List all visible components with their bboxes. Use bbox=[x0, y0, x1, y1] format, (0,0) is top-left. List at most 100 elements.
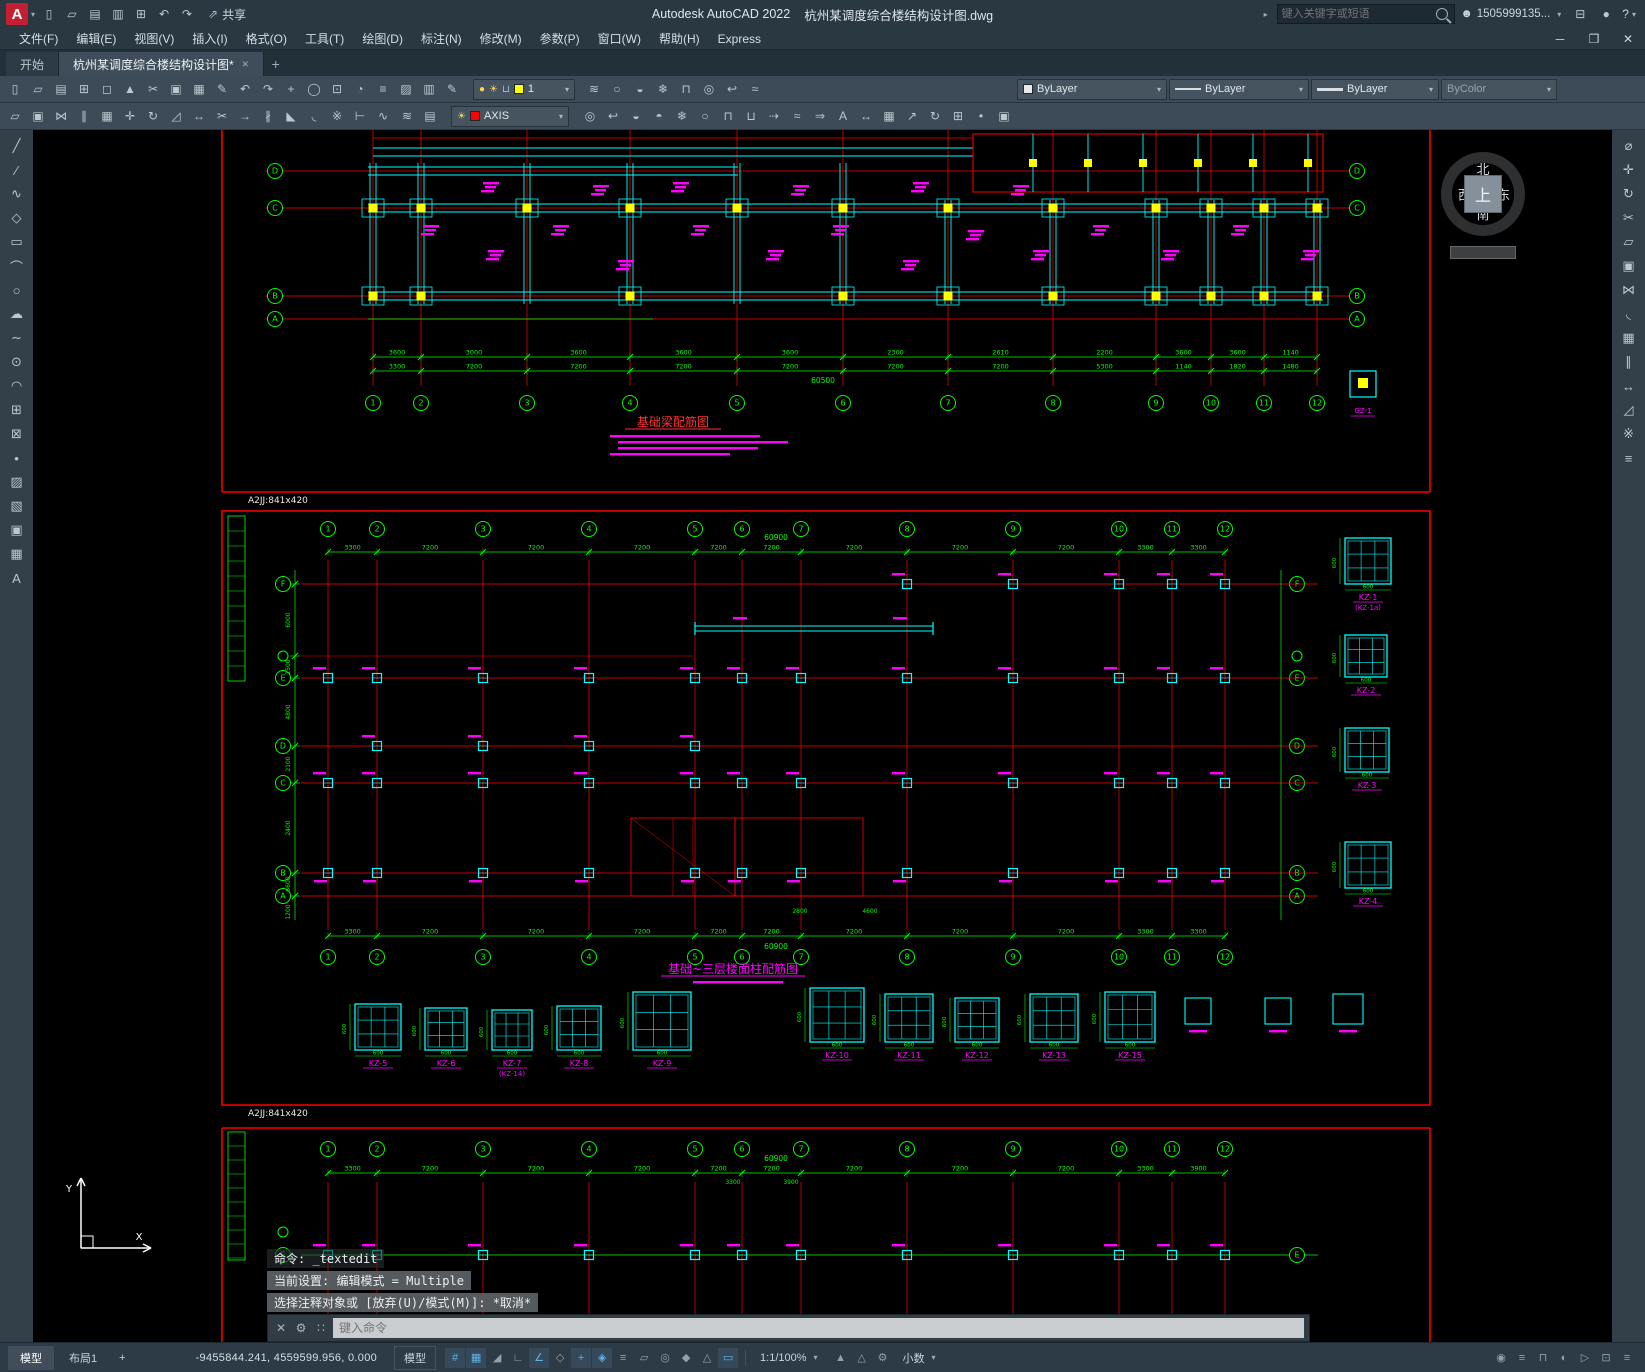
view-name-chip[interactable] bbox=[1450, 246, 1516, 259]
transparency-icon[interactable]: ▱ bbox=[634, 1348, 654, 1368]
ellipse-arc-icon[interactable]: ◠ bbox=[5, 375, 29, 397]
save-as-icon[interactable]: ▥ bbox=[107, 4, 129, 24]
menu-item[interactable]: 修改(M) bbox=[471, 28, 531, 49]
tab-start[interactable]: 开始 bbox=[6, 52, 60, 76]
command-line-dock[interactable]: ✕ ⚙ ∷ bbox=[267, 1314, 1310, 1342]
point-style-icon[interactable]: • bbox=[970, 106, 992, 126]
layer-states-icon[interactable]: ▤ bbox=[419, 106, 441, 126]
properties-icon[interactable]: ≡ bbox=[372, 79, 394, 99]
share-button[interactable]: ⇗ 共享 bbox=[208, 6, 246, 23]
group-icon[interactable]: ▣ bbox=[993, 106, 1015, 126]
compass-ring[interactable]: 北 南 西 东 上 bbox=[1441, 152, 1525, 236]
annotation-scale-button[interactable]: 1:1/100% ▾ bbox=[753, 1349, 828, 1367]
new-layout-button[interactable]: + bbox=[112, 1348, 132, 1368]
redo-icon[interactable]: ↷ bbox=[257, 79, 279, 99]
text-style-icon[interactable]: A bbox=[832, 106, 854, 126]
multileader-style-icon[interactable]: ↗ bbox=[901, 106, 923, 126]
layer-off-icon[interactable]: ○ bbox=[606, 79, 628, 99]
stretch-icon[interactable]: ↔ bbox=[188, 106, 210, 126]
layer-properties-icon[interactable]: ≋ bbox=[583, 79, 605, 99]
drawing-canvas[interactable]: D D C C B B A A 3600 3000 3600 3600 3600 2300 2610 2200… bbox=[33, 130, 1612, 1342]
user-account-button[interactable]: ☻ 1505999135... ▾ bbox=[1461, 8, 1565, 20]
make-object-layer-current-icon[interactable]: ◎ bbox=[579, 106, 601, 126]
menu-item[interactable]: 插入(I) bbox=[183, 28, 236, 49]
polygon-icon[interactable]: ◇ bbox=[5, 207, 29, 229]
3d-object-snap-icon[interactable]: ◆ bbox=[676, 1348, 696, 1368]
clean-screen-icon[interactable]: ⊡ bbox=[1596, 1348, 1616, 1368]
restore-button[interactable]: ❐ bbox=[1577, 28, 1611, 49]
layer-isolate-icon[interactable]: ◒ bbox=[629, 79, 651, 99]
layer-lock-icon[interactable]: ⊓ bbox=[675, 79, 697, 99]
gradient-icon[interactable]: ▧ bbox=[5, 495, 29, 517]
command-input-field[interactable] bbox=[333, 1318, 1304, 1338]
plot-icon[interactable]: ⊞ bbox=[130, 4, 152, 24]
copy-icon[interactable]: ▣ bbox=[165, 79, 187, 99]
layer-combo[interactable]: ☀ AXIS ▾ bbox=[451, 105, 569, 127]
lineweight-icon[interactable]: ≡ bbox=[613, 1348, 633, 1368]
explode-icon[interactable]: ※ bbox=[326, 106, 348, 126]
rotate-icon[interactable]: ↻ bbox=[142, 106, 164, 126]
save-icon[interactable]: ▤ bbox=[84, 4, 106, 24]
copy-icon[interactable]: ▣ bbox=[1617, 255, 1641, 277]
app-menu-caret-icon[interactable]: ▾ bbox=[31, 10, 35, 19]
array-icon[interactable]: ▦ bbox=[1617, 327, 1641, 349]
zoom-previous-icon[interactable]: ◔ bbox=[349, 79, 371, 99]
dynamic-ucs-icon[interactable]: △ bbox=[697, 1348, 717, 1368]
layer-status-combo[interactable]: ● ☀ ⊔ 1 ▾ bbox=[473, 78, 575, 100]
offset-icon[interactable]: ∥ bbox=[73, 106, 95, 126]
insert-block-icon[interactable]: ⊞ bbox=[5, 399, 29, 421]
dimension-style-icon[interactable]: ↔ bbox=[855, 106, 877, 126]
layer-unisolate-icon[interactable]: ◓ bbox=[648, 106, 670, 126]
paste-icon[interactable]: ▦ bbox=[188, 79, 210, 99]
break-icon[interactable]: ∦ bbox=[257, 106, 279, 126]
annotation-visibility-icon[interactable]: ▲ bbox=[831, 1348, 851, 1368]
help-button[interactable]: ? ▾ bbox=[1622, 7, 1639, 21]
object-snap-icon[interactable]: ◈ bbox=[592, 1347, 613, 1368]
table-icon[interactable]: ▦ bbox=[5, 543, 29, 565]
hatch-icon[interactable]: ▨ bbox=[5, 471, 29, 493]
markup-icon[interactable]: ✎ bbox=[441, 79, 463, 99]
multiline-text-icon[interactable]: A bbox=[5, 567, 29, 589]
layer-match-icon[interactable]: ≈ bbox=[786, 106, 808, 126]
open-icon[interactable]: ▱ bbox=[27, 79, 49, 99]
lineweight-combo[interactable]: ByLayer ▾ bbox=[1311, 78, 1439, 100]
command-close-icon[interactable]: ✕ bbox=[273, 1321, 289, 1335]
snap-icon[interactable]: ▦ bbox=[466, 1347, 487, 1368]
arc-icon[interactable]: ⌒ bbox=[5, 255, 29, 277]
minimize-button[interactable]: ─ bbox=[1543, 28, 1577, 49]
model-tab[interactable]: 模型 bbox=[8, 1345, 54, 1370]
undo-icon[interactable]: ↶ bbox=[153, 4, 175, 24]
annotation-autoscale-icon[interactable]: △ bbox=[852, 1348, 872, 1368]
search-input[interactable] bbox=[1281, 8, 1436, 20]
move-icon[interactable]: ✛ bbox=[1617, 159, 1641, 181]
construction-line-icon[interactable]: ∕ bbox=[5, 159, 29, 181]
layer-unlock-icon[interactable]: ⊔ bbox=[740, 106, 762, 126]
new-tab-button[interactable]: + bbox=[264, 52, 288, 76]
app-store-icon[interactable]: ⊟ bbox=[1570, 4, 1590, 24]
scale-icon[interactable]: ◿ bbox=[1617, 399, 1641, 421]
ortho-icon[interactable]: ∟ bbox=[508, 1348, 528, 1368]
grid-icon[interactable]: # bbox=[445, 1347, 466, 1368]
save-icon[interactable]: ▤ bbox=[50, 79, 72, 99]
revision-cloud-icon[interactable]: ☁ bbox=[5, 303, 29, 325]
chamfer-icon[interactable]: ◣ bbox=[280, 106, 302, 126]
undo-icon[interactable]: ↶ bbox=[234, 79, 256, 99]
search-box[interactable] bbox=[1276, 4, 1455, 24]
view-compass[interactable]: 北 南 西 东 上 bbox=[1428, 138, 1538, 259]
model-space-toggle[interactable]: 模型 bbox=[394, 1345, 437, 1370]
lock-ui-icon[interactable]: ⊓ bbox=[1533, 1348, 1553, 1368]
table-style-icon[interactable]: ▦ bbox=[878, 106, 900, 126]
ellipse-icon[interactable]: ⊙ bbox=[5, 351, 29, 373]
move-to-layer-icon[interactable]: ⇒ bbox=[809, 106, 831, 126]
menu-item[interactable]: 绘图(D) bbox=[353, 28, 412, 49]
menu-item[interactable]: 帮助(H) bbox=[650, 28, 709, 49]
object-snap-tracking-icon[interactable]: + bbox=[571, 1347, 592, 1368]
command-customize-icon[interactable]: ⚙ bbox=[293, 1321, 309, 1335]
menu-item[interactable]: 标注(N) bbox=[412, 28, 471, 49]
menu-item[interactable]: 工具(T) bbox=[296, 28, 353, 49]
tool-palettes-icon[interactable]: ▥ bbox=[418, 79, 440, 99]
tab-close-icon[interactable]: × bbox=[242, 57, 249, 71]
mirror-icon[interactable]: ⋈ bbox=[50, 106, 72, 126]
menu-item[interactable]: 文件(F) bbox=[10, 28, 67, 49]
units-button[interactable]: 小数 ▾ bbox=[896, 1347, 946, 1369]
